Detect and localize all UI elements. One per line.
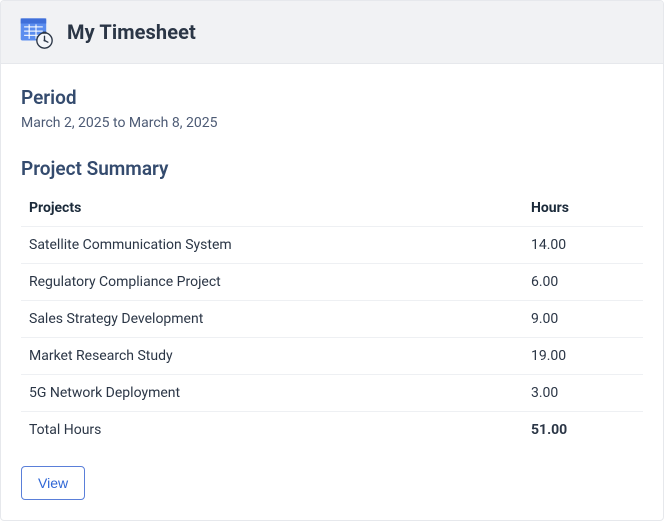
table-row: Regulatory Compliance Project 6.00	[21, 264, 643, 301]
table-total-row: Total Hours 51.00	[21, 412, 643, 449]
timesheet-icon	[19, 15, 53, 49]
project-hours: 3.00	[523, 375, 643, 412]
project-summary-table: Projects Hours Satellite Communication S…	[21, 190, 643, 448]
page-title: My Timesheet	[67, 20, 196, 44]
project-hours: 9.00	[523, 301, 643, 338]
project-name: 5G Network Deployment	[21, 375, 523, 412]
table-header-row: Projects Hours	[21, 190, 643, 227]
card-header: My Timesheet	[1, 1, 663, 64]
table-row: Satellite Communication System 14.00	[21, 227, 643, 264]
period-label: Period	[21, 86, 643, 109]
summary-title: Project Summary	[21, 157, 643, 180]
total-label: Total Hours	[21, 412, 523, 449]
project-name: Market Research Study	[21, 338, 523, 375]
timesheet-card: My Timesheet Period March 2, 2025 to Mar…	[0, 0, 664, 521]
period-value: March 2, 2025 to March 8, 2025	[21, 115, 643, 131]
project-name: Satellite Communication System	[21, 227, 523, 264]
table-row: Sales Strategy Development 9.00	[21, 301, 643, 338]
project-hours: 6.00	[523, 264, 643, 301]
project-name: Regulatory Compliance Project	[21, 264, 523, 301]
table-row: Market Research Study 19.00	[21, 338, 643, 375]
total-hours: 51.00	[523, 412, 643, 449]
project-name: Sales Strategy Development	[21, 301, 523, 338]
view-button[interactable]: View	[21, 466, 85, 500]
project-hours: 14.00	[523, 227, 643, 264]
project-hours: 19.00	[523, 338, 643, 375]
card-body: Period March 2, 2025 to March 8, 2025 Pr…	[1, 64, 663, 520]
col-hours: Hours	[523, 190, 643, 227]
table-row: 5G Network Deployment 3.00	[21, 375, 643, 412]
col-projects: Projects	[21, 190, 523, 227]
